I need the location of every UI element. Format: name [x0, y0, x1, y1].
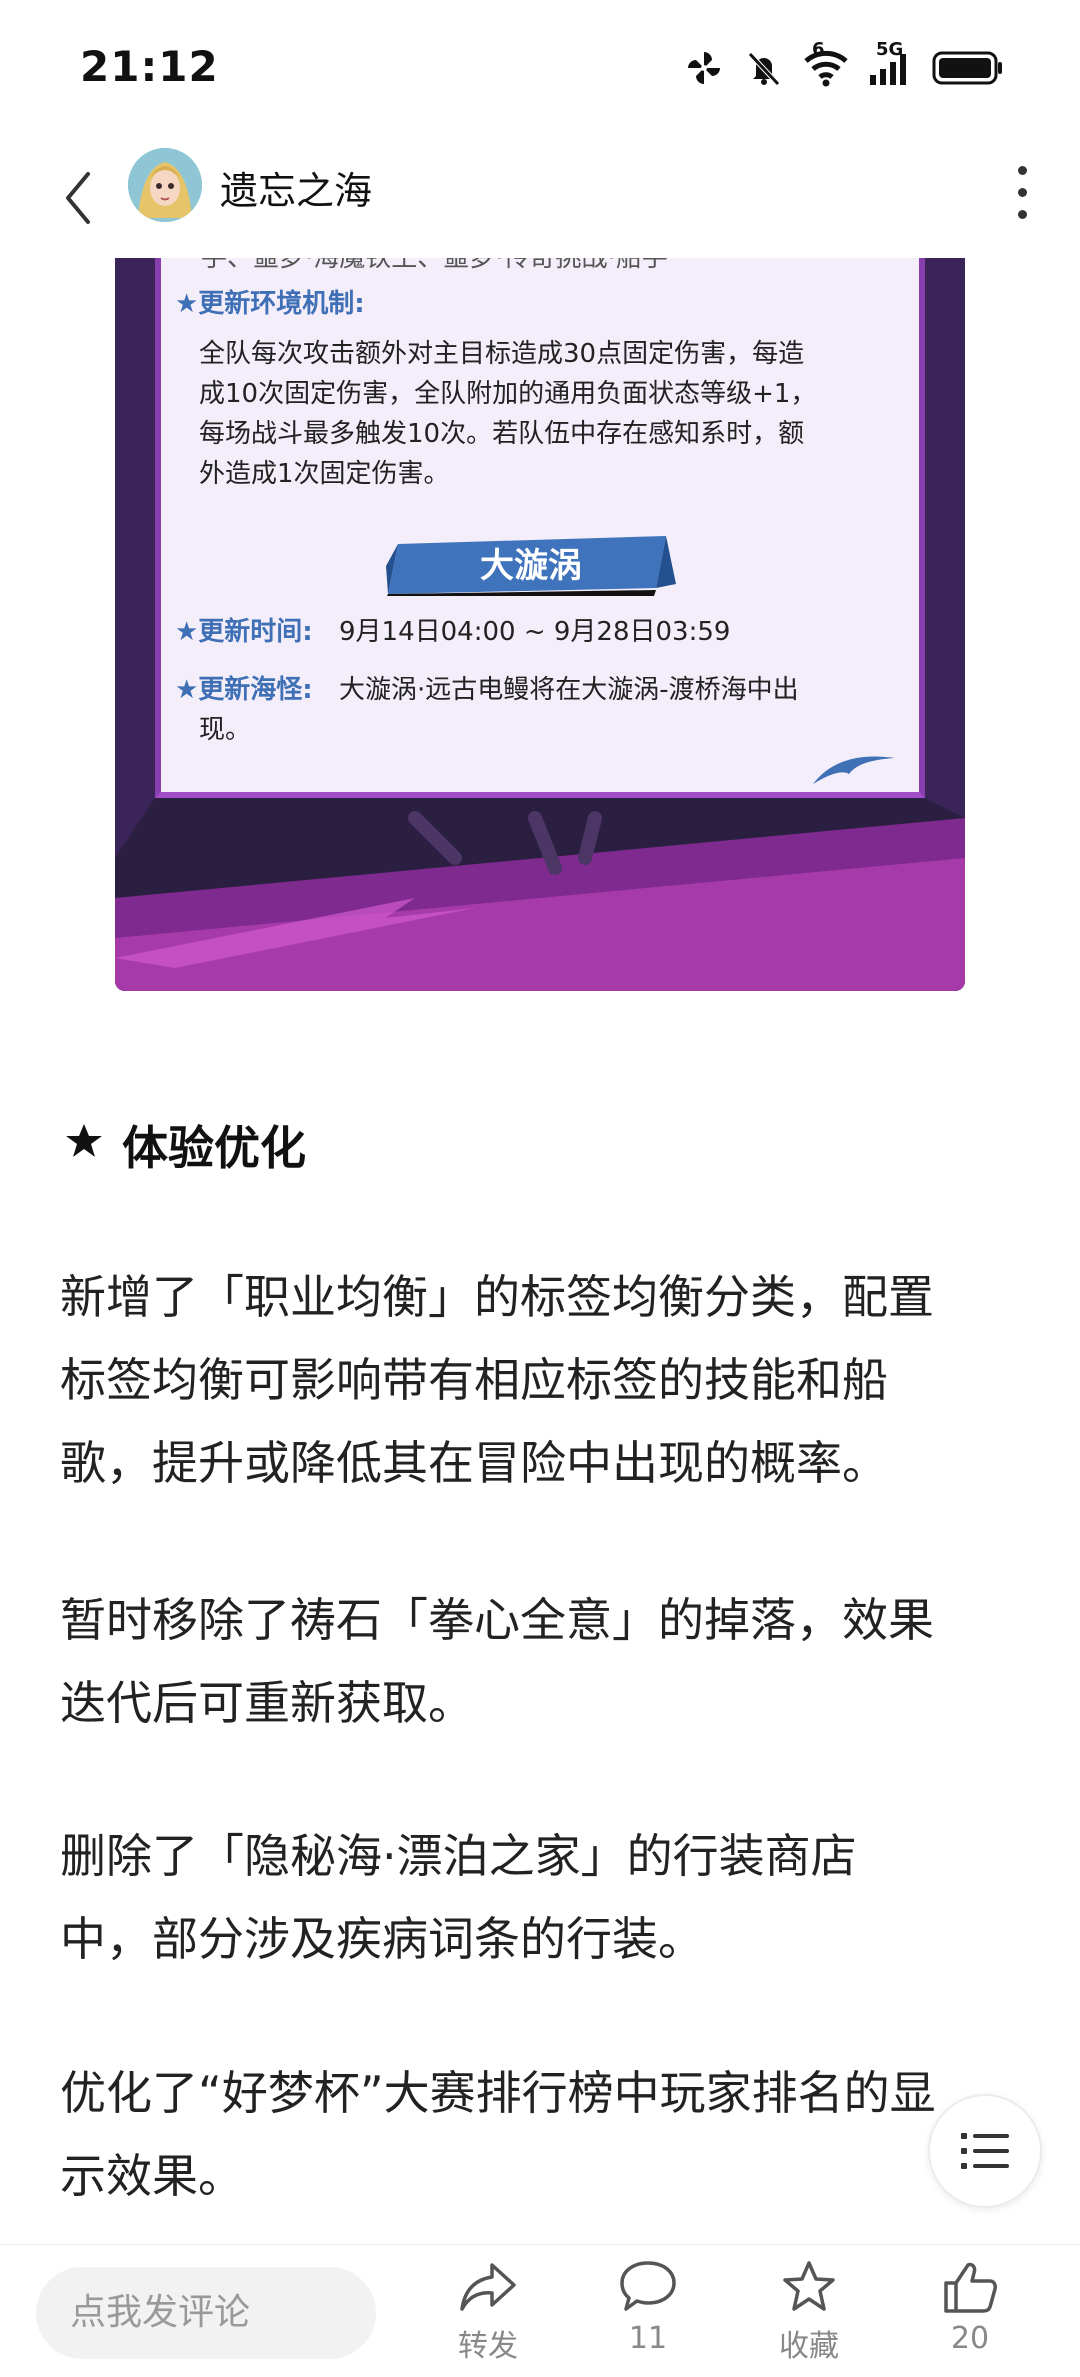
star-outline-icon — [783, 2261, 835, 2311]
paragraph-line: 中，部分涉及疾病词条的行装。 — [60, 1912, 704, 1966]
paragraph-line: 优化了“好梦杯”大赛排行榜中玩家排名的显 — [60, 2066, 936, 2120]
panel-cut-line: 手、噩梦·海魔铁王、噩梦·传奇挑战·船手 — [201, 258, 668, 273]
signal-icon: 5G — [868, 39, 912, 87]
monster-label: ★更新海怪: — [175, 675, 313, 705]
share-icon — [460, 2263, 516, 2311]
network-type: 5G — [876, 39, 904, 60]
paragraph-line: 标签均衡可影响带有相应标签的技能和船 — [60, 1353, 888, 1407]
favorite-label: 收藏 — [779, 2329, 839, 2364]
share-button[interactable]: 转发 — [428, 2259, 548, 2375]
banner-text: 大漩涡 — [480, 546, 582, 586]
bottom-action-bar: 点我发评论 转发 11 收藏 20 — [0, 2244, 1080, 2377]
banner: 大漩涡 — [386, 536, 676, 596]
more-dot-icon — [1017, 187, 1027, 197]
paragraph: 暂时移除了祷石「拳心全意」的掉落，效果 迭代后可重新获取。 — [60, 1579, 1020, 1745]
list-icon — [961, 2148, 1009, 2154]
wifi-icon: 6 — [804, 39, 848, 87]
section-heading-text: 体验优化 — [122, 1121, 306, 1175]
like-count: 20 — [950, 2321, 990, 2356]
monster-line: 大漩涡·远古电鳗将在大漩涡-渡桥海中出 — [339, 675, 799, 705]
share-label: 转发 — [458, 2329, 518, 2364]
chevron-left-icon — [66, 172, 90, 224]
more-dot-icon — [1017, 209, 1027, 219]
page-title: 遗忘之海 — [220, 169, 373, 213]
paragraph: 新增了「职业均衡」的标签均衡分类，配置 标签均衡可影响带有相应标签的技能和船 歌… — [60, 1256, 1020, 1505]
comment-count: 11 — [628, 2321, 668, 2356]
status-time: 21:12 — [80, 42, 219, 91]
time-label: ★更新时间: — [175, 617, 313, 647]
wave-logo-icon — [813, 756, 895, 784]
status-icons: 6 5G — [684, 39, 1004, 90]
list-icon — [961, 2133, 1009, 2139]
more-dot-icon — [1017, 165, 1027, 175]
toc-float-button[interactable] — [928, 2094, 1042, 2208]
paragraph-line: 暂时移除了祷石「拳心全意」的掉落，效果 — [60, 1593, 934, 1647]
paragraph: 删除了「隐秘海·漂泊之家」的行装商店 中，部分涉及疾病词条的行装。 — [60, 1815, 1020, 1981]
env-line: 外造成1次固定伤害。 — [199, 459, 450, 489]
env-line: 成10次固定伤害，全队附加的通用负面状态等级+1， — [199, 379, 817, 409]
paragraph-line: 新增了「职业均衡」的标签均衡分类，配置 — [60, 1270, 934, 1324]
list-icon — [961, 2163, 1009, 2169]
paragraph-line: 删除了「隐秘海·漂泊之家」的行装商店 — [60, 1829, 857, 1883]
env-line: 每场战斗最多触发10次。若队伍中存在感知系时，额 — [199, 419, 805, 449]
battery-icon — [932, 50, 1004, 86]
app-header: 遗忘之海 — [0, 140, 1080, 258]
pinwheel-icon — [684, 48, 724, 88]
comment-input[interactable]: 点我发评论 — [36, 2267, 376, 2359]
favorite-button[interactable]: 收藏 — [749, 2259, 869, 2375]
avatar-portrait-icon — [128, 148, 202, 222]
section-heading: 体验优化 — [64, 1112, 306, 1178]
monster-line: 现。 — [199, 715, 252, 745]
wifi-badge: 6 — [812, 39, 825, 60]
back-button[interactable] — [48, 158, 108, 238]
comment-button[interactable]: 11 — [588, 2259, 708, 2375]
announcement-panel: 手、噩梦·海魔铁王、噩梦·传奇挑战·船手 ★更新环境机制: 全队每次攻击额外对主… — [155, 258, 925, 798]
avatar[interactable] — [128, 148, 202, 222]
paragraph-line: 迭代后可重新获取。 — [60, 1676, 474, 1730]
comment-bubble-icon — [620, 2261, 676, 2311]
paragraph-line: 歌，提升或降低其在冒险中出现的概率。 — [60, 1436, 888, 1490]
paragraph: 优化了“好梦杯”大赛排行榜中玩家排名的显 示效果。 — [60, 2052, 1020, 2218]
env-label: ★更新环境机制: — [175, 289, 365, 319]
like-button[interactable]: 20 — [910, 2259, 1030, 2375]
mute-bell-icon — [744, 48, 784, 88]
time-value: 9月14日04:00 ~ 9月28日03:59 — [339, 617, 731, 647]
env-line: 全队每次攻击额外对主目标造成30点固定伤害，每造 — [199, 339, 805, 369]
paragraph-line: 示效果。 — [60, 2149, 244, 2203]
star-icon — [64, 1118, 104, 1172]
status-bar: 21:12 6 5G — [0, 0, 1080, 140]
more-options-button[interactable] — [994, 154, 1050, 230]
article-image[interactable]: 手、噩梦·海魔铁王、噩梦·传奇挑战·船手 ★更新环境机制: 全队每次攻击额外对主… — [115, 258, 965, 991]
thumbs-up-icon — [944, 2262, 997, 2313]
